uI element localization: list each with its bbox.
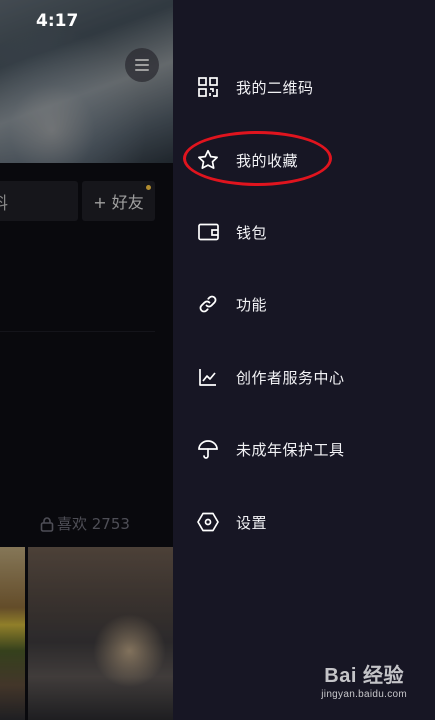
link-icon [197,293,219,315]
chart-icon [197,366,219,388]
profile-background: 料 + 好友 喜欢 2753 [0,0,173,720]
menu-item-label: 钱包 [236,223,268,242]
menu-item-wallet[interactable]: 钱包 [173,206,435,258]
menu-item-settings[interactable]: 设置 [173,496,435,548]
status-time: 4:17 [36,11,79,31]
menu-item-qr-code[interactable]: 我的二维码 [173,61,435,113]
watermark-domain: jingyan.baidu.com [321,689,407,700]
menu-item-minor-protection[interactable]: 未成年保护工具 [173,423,435,475]
menu-item-label: 创作者服务中心 [236,368,345,387]
baidu-watermark: Bai 经验 jingyan.baidu.com [321,659,407,700]
umbrella-icon [197,438,219,460]
menu-item-creator-center[interactable]: 创作者服务中心 [173,351,435,403]
menu-item-favorites[interactable]: 我的收藏 [173,134,435,186]
qr-code-icon [197,76,219,98]
side-drawer: 我的二维码 我的收藏 钱包 功能 创作者服务中心 未成年保护工具 设置 [173,0,435,720]
settings-hexagon-icon [197,511,219,533]
menu-item-label: 我的二维码 [236,78,314,97]
wallet-icon [197,221,219,243]
menu-item-features[interactable]: 功能 [173,278,435,330]
watermark-brand: Bai 经验 [324,665,404,687]
menu-item-label: 我的收藏 [236,151,299,170]
menu-item-label: 未成年保护工具 [236,440,345,459]
menu-item-label: 功能 [236,295,268,314]
star-icon [197,149,219,171]
menu-item-label: 设置 [236,513,268,532]
